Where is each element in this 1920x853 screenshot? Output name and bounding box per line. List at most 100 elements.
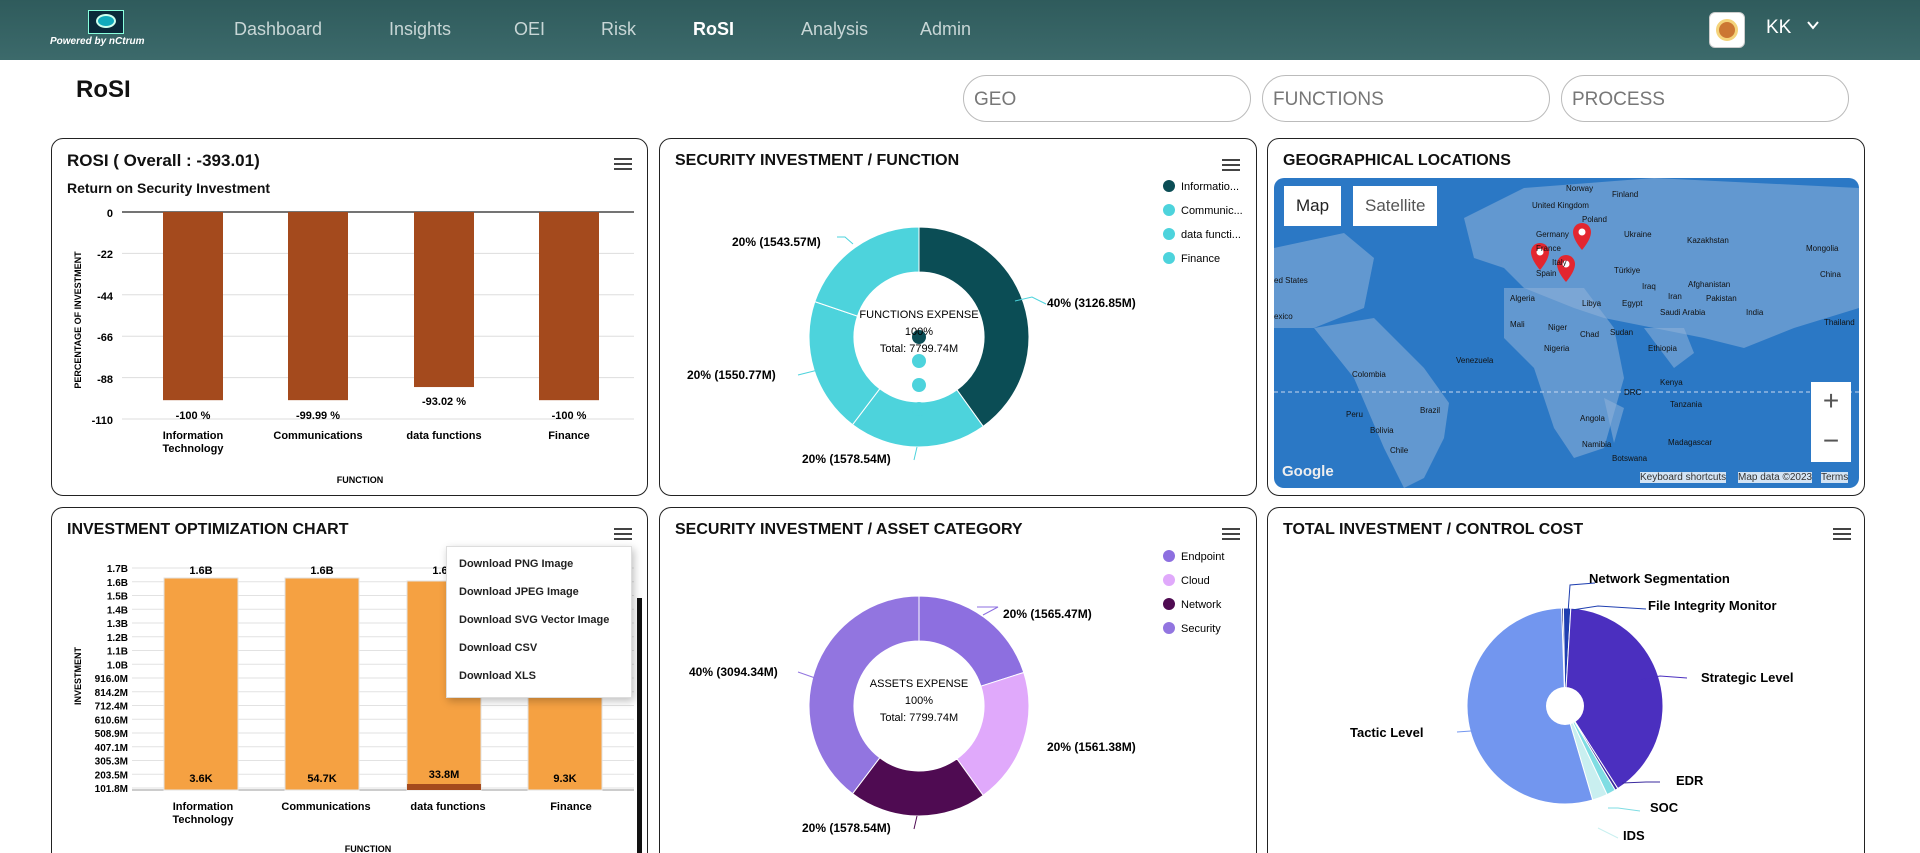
map-country-label: Thailand <box>1824 318 1855 327</box>
nav-analysis[interactable]: Analysis <box>801 19 868 40</box>
map-country-label: Brazil <box>1420 406 1441 415</box>
y-axis-label: PERCENTAGE OF INVESTMENT <box>73 251 83 389</box>
slice-data-label: 20% (1578.54M) <box>802 452 891 466</box>
map-country-label: Pakistan <box>1706 294 1737 303</box>
map-country-label: Sudan <box>1610 328 1634 337</box>
legend-swatch[interactable] <box>1163 550 1175 562</box>
legend-swatch[interactable] <box>1163 180 1175 192</box>
zoom-in-button[interactable]: + <box>1811 382 1851 422</box>
powered-by-label: Powered by nCtrum <box>50 36 145 47</box>
y-tick: -22 <box>97 249 113 261</box>
legend-swatch[interactable] <box>1163 574 1175 586</box>
map-country-label: Angola <box>1580 414 1605 423</box>
bar[interactable] <box>539 212 599 401</box>
download-csv-item[interactable]: Download CSV <box>459 642 537 654</box>
chart-export-menu: Download PNG Image Download JPEG Image D… <box>446 546 632 698</box>
user-initials[interactable]: KK <box>1766 17 1791 39</box>
bar[interactable] <box>288 212 348 401</box>
x-tick: Communications <box>281 801 370 813</box>
map-country-label: Nigeria <box>1544 344 1570 353</box>
legend-label[interactable]: Finance <box>1181 253 1220 265</box>
map-country-label: Chad <box>1580 330 1600 339</box>
satellite-view-button[interactable]: Satellite <box>1353 186 1438 226</box>
keyboard-shortcuts-link[interactable]: Keyboard shortcuts <box>1640 472 1727 483</box>
download-xls-item[interactable]: Download XLS <box>459 670 536 682</box>
page-title: RoSI <box>76 76 131 103</box>
legend-label[interactable]: data functi... <box>1181 229 1241 241</box>
legend-label[interactable]: Communic... <box>1181 205 1243 217</box>
center-label: 100% <box>905 695 933 707</box>
legend-swatch[interactable] <box>1163 228 1175 240</box>
bar[interactable] <box>407 784 481 790</box>
security-function-card: SECURITY INVESTMENT / FUNCTION FUNCTIONS… <box>659 138 1257 496</box>
download-png-item[interactable]: Download PNG Image <box>459 558 573 570</box>
nav-dashboard[interactable]: Dashboard <box>234 19 322 40</box>
nav-oei[interactable]: OEI <box>514 19 545 40</box>
map-view-button[interactable]: Map <box>1284 186 1342 226</box>
legend-label[interactable]: Network <box>1181 599 1222 611</box>
leader-line <box>1621 781 1660 784</box>
legend-label[interactable]: Endpoint <box>1181 551 1224 563</box>
legend-swatch[interactable] <box>1163 598 1175 610</box>
y-tick: 1.4B <box>107 605 128 616</box>
y-tick: 0 <box>107 208 113 220</box>
geo-filter[interactable]: GEO <box>963 75 1251 122</box>
legend-swatch[interactable] <box>1163 252 1175 264</box>
y-tick: -110 <box>92 415 113 427</box>
asset-category-card: SECURITY INVESTMENT / ASSET CATEGORY ASS… <box>659 507 1257 853</box>
slice-data-label: 40% (3126.85M) <box>1047 296 1136 310</box>
y-tick: 508.9M <box>95 729 128 740</box>
nav-risk[interactable]: Risk <box>601 19 636 40</box>
bar[interactable] <box>163 212 223 401</box>
geo-title: GEOGRAPHICAL LOCATIONS <box>1283 152 1511 169</box>
map-country-label: Venezuela <box>1456 356 1494 365</box>
bar[interactable] <box>284 577 360 791</box>
functions-filter[interactable]: FUNCTIONS <box>1262 75 1550 122</box>
bar-data-label: -99.99 % <box>296 410 340 422</box>
terms-link[interactable]: Terms <box>1821 472 1849 483</box>
slice-label: EDR <box>1676 773 1704 788</box>
world-map[interactable]: Map Satellite Norway Finland United Kingdo… <box>1274 178 1859 488</box>
y-tick: 1.6B <box>107 578 128 589</box>
rosi-card: ROSI ( Overall : -393.01) Return on Secu… <box>51 138 648 496</box>
slice-data-label: 20% (1543.57M) <box>732 235 821 249</box>
zoom-out-button[interactable]: − <box>1811 422 1851 462</box>
leader-line <box>977 606 999 616</box>
bar-data-label: 3.6K <box>189 773 212 785</box>
download-jpeg-item[interactable]: Download JPEG Image <box>459 586 579 598</box>
nav-admin[interactable]: Admin <box>920 19 971 40</box>
map-country-label: Kazakhstan <box>1687 236 1729 245</box>
leader-line <box>913 815 918 830</box>
map-country-label: Mongolia <box>1806 244 1839 253</box>
download-svg-item[interactable]: Download SVG Vector Image <box>459 614 609 626</box>
slice-data-label: 20% (1561.38M) <box>1047 740 1136 754</box>
scrollbar[interactable] <box>637 598 642 853</box>
map-country-label: Chile <box>1390 446 1409 455</box>
nav-insights[interactable]: Insights <box>389 19 451 40</box>
map-country-label: Saudi Arabia <box>1660 308 1706 317</box>
control-cost-card: TOTAL INVESTMENT / CONTROL COST Network … <box>1267 507 1865 853</box>
bar-data-label: 9.3K <box>553 773 576 785</box>
nav-rosi[interactable]: RoSI <box>693 19 734 40</box>
map-country-label: United Kingdom <box>1532 201 1589 210</box>
x-tick: data functions <box>410 801 485 813</box>
process-filter[interactable]: PROCESS <box>1561 75 1849 122</box>
bar[interactable] <box>414 212 474 388</box>
map-pin-icon[interactable] <box>1571 222 1593 252</box>
slice[interactable] <box>814 226 920 317</box>
legend-label[interactable]: Informatio... <box>1181 181 1239 193</box>
chevron-down-icon[interactable] <box>1806 18 1820 37</box>
map-country-label: China <box>1820 270 1841 279</box>
pie-center-hole <box>1546 687 1584 725</box>
bar[interactable] <box>163 577 239 791</box>
map-country-label: Afghanistan <box>1688 280 1731 289</box>
slice[interactable] <box>808 595 920 795</box>
slice-data-label: 40% (3094.34M) <box>689 665 778 679</box>
legend-swatch[interactable] <box>1163 204 1175 216</box>
leader-line <box>1608 807 1641 812</box>
legend-swatch[interactable] <box>1163 622 1175 634</box>
legend-label[interactable]: Security <box>1181 623 1221 635</box>
legend-label[interactable]: Cloud <box>1181 575 1210 587</box>
bar-data-label: 1.6B <box>189 565 212 577</box>
slice[interactable] <box>918 226 1030 428</box>
